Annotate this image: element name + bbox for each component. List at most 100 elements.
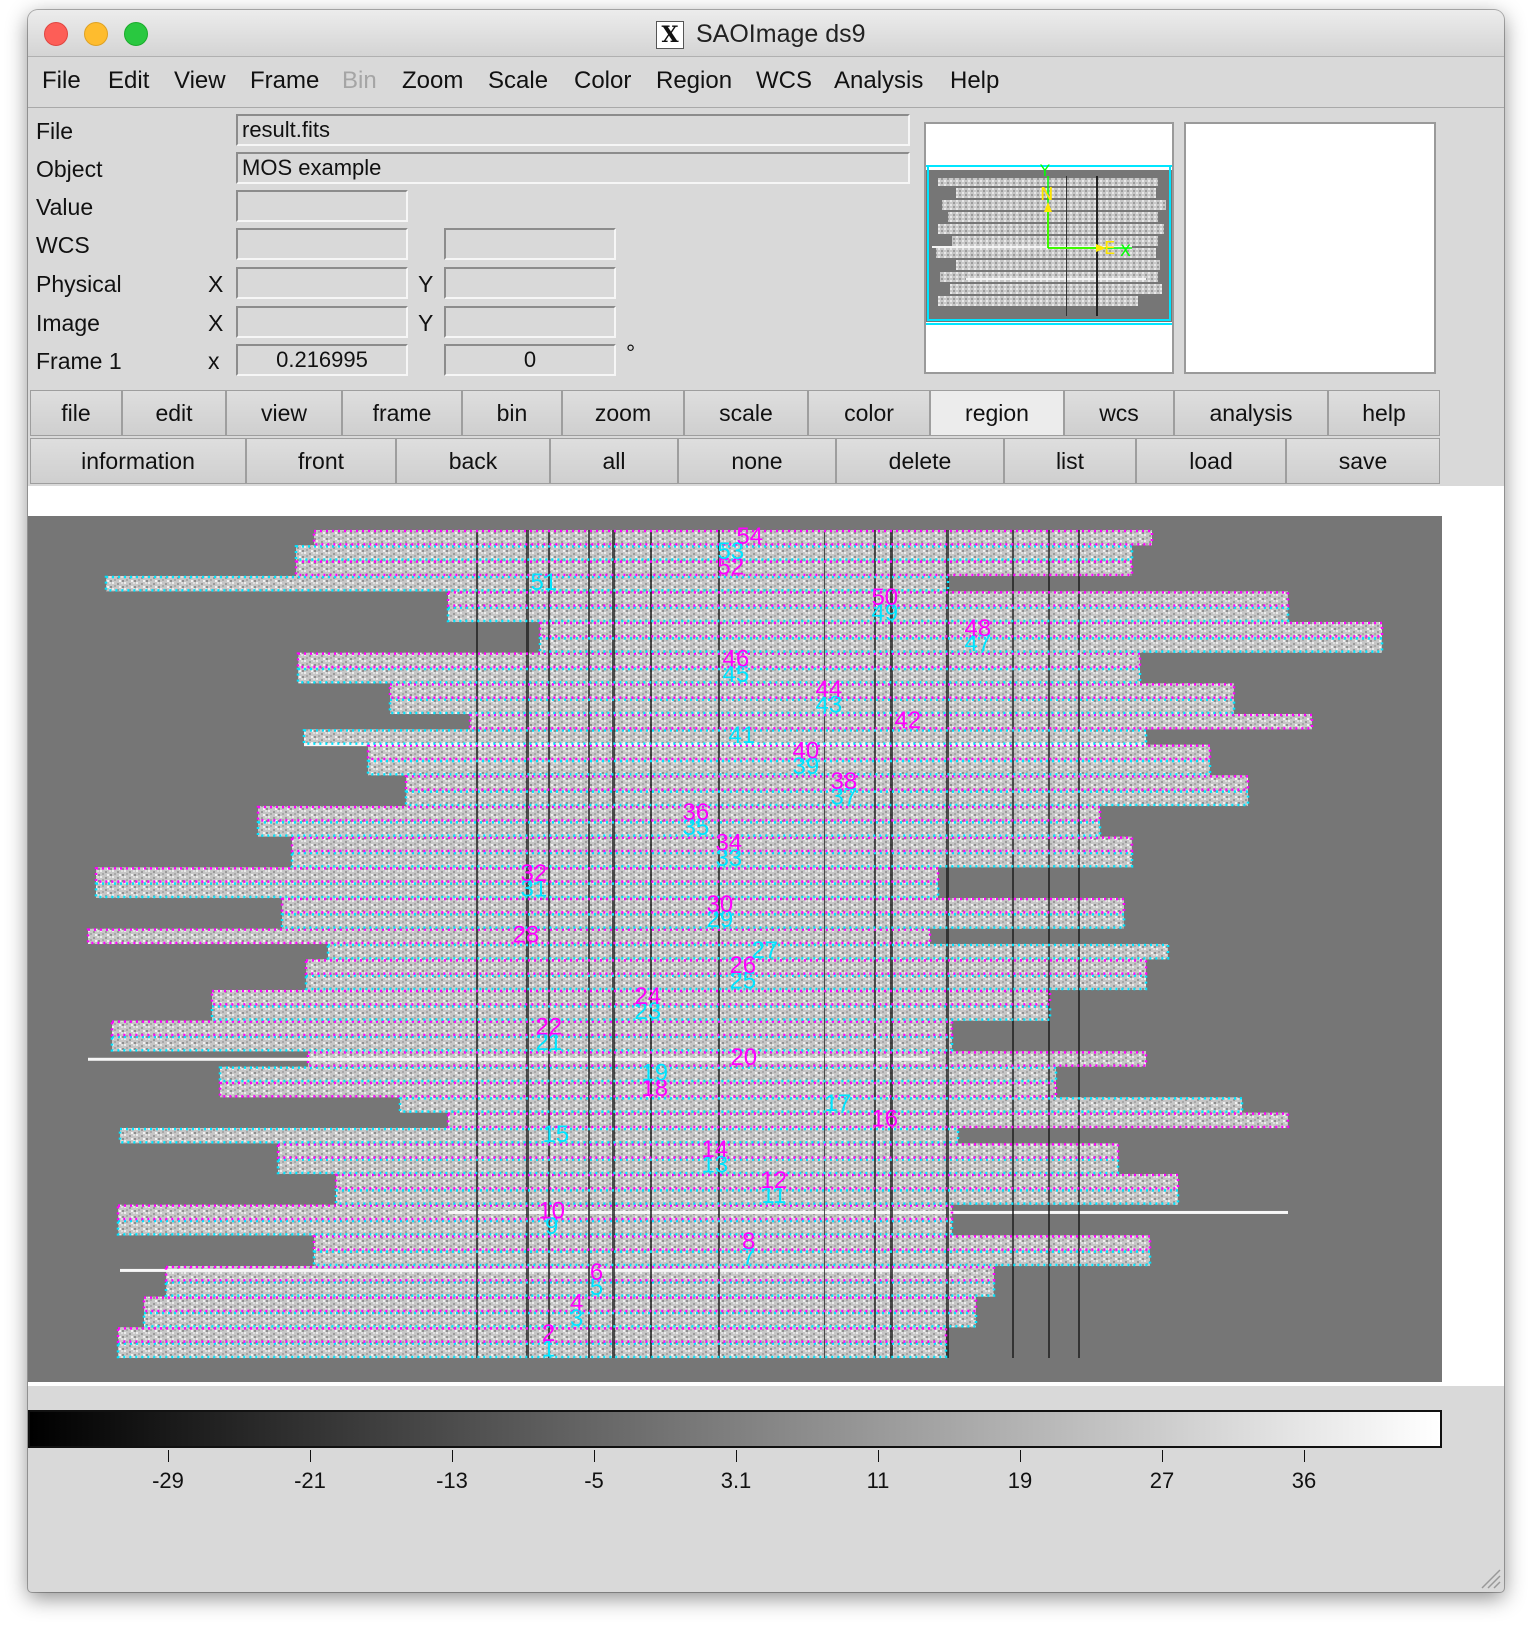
- east-label: E: [1104, 238, 1115, 259]
- frame-zoom-field[interactable]: 0.216995: [236, 344, 408, 376]
- continuum-line: [448, 1210, 1288, 1214]
- slit-spectrum: [306, 974, 1146, 990]
- button-back[interactable]: back: [396, 438, 550, 484]
- region-label: 38: [830, 768, 857, 795]
- colorbar-tick-label: 11: [866, 1468, 890, 1493]
- button-view[interactable]: view: [226, 390, 342, 436]
- button-scale[interactable]: scale: [684, 390, 808, 436]
- image-x-label: X: [208, 310, 224, 336]
- region-label: 20: [730, 1044, 757, 1071]
- menu-frame[interactable]: Frame: [250, 67, 319, 95]
- button-load[interactable]: load: [1136, 438, 1286, 484]
- colorbar-tick: [168, 1450, 169, 1462]
- button-edit[interactable]: edit: [122, 390, 226, 436]
- continuum-line: [120, 1268, 958, 1272]
- panner[interactable]: N E Y X: [924, 122, 1174, 374]
- physical-x-field[interactable]: [236, 267, 408, 299]
- button-bin[interactable]: bin: [462, 390, 562, 436]
- button-region[interactable]: region: [930, 390, 1064, 436]
- slit-spectrum: [540, 637, 1382, 653]
- button-color[interactable]: color: [808, 390, 930, 436]
- region-label: 8: [742, 1228, 755, 1255]
- menu-edit[interactable]: Edit: [108, 67, 149, 95]
- region-label: 50: [871, 584, 898, 611]
- physical-y-label: Y: [418, 271, 434, 297]
- file-field[interactable]: result.fits: [236, 114, 910, 146]
- slit-spectrum: [368, 760, 1210, 776]
- wcs-field-2[interactable]: [444, 228, 616, 260]
- slit-spectrum: [278, 1158, 1118, 1174]
- physical-x-label: X: [208, 271, 224, 297]
- value-field[interactable]: [236, 190, 408, 222]
- slit-spectrum: [390, 698, 1234, 714]
- button-all[interactable]: all: [550, 438, 678, 484]
- slit-spectrum: [88, 928, 930, 944]
- menu-analysis[interactable]: Analysis: [834, 67, 923, 95]
- physical-y-field[interactable]: [444, 267, 616, 299]
- slit-spectrum: [448, 591, 1288, 607]
- menu-help[interactable]: Help: [950, 67, 999, 95]
- minimize-window-button[interactable]: [84, 22, 108, 46]
- maximize-window-button[interactable]: [124, 22, 148, 46]
- colorbar-tick-label: -5: [584, 1468, 604, 1493]
- region-label: 19: [641, 1059, 668, 1086]
- slit-spectrum: [212, 1005, 1050, 1021]
- button-front[interactable]: front: [246, 438, 396, 484]
- button-frame[interactable]: frame: [342, 390, 462, 436]
- menu-zoom[interactable]: Zoom: [402, 67, 463, 95]
- image-y-field[interactable]: [444, 306, 616, 338]
- slit-spectrum: [314, 1250, 1150, 1266]
- menu-wcs[interactable]: WCS: [756, 67, 812, 95]
- slit-spectrum: [258, 821, 1100, 837]
- title-bar[interactable]: X SAOImage ds9: [28, 10, 1504, 57]
- image-label: Image: [36, 310, 100, 336]
- slit-spectrum: [112, 1020, 952, 1036]
- slit-spectrum: [118, 1327, 946, 1343]
- colorbar-tick: [310, 1450, 311, 1462]
- region-label: 42: [894, 707, 921, 734]
- button-list[interactable]: list: [1004, 438, 1136, 484]
- close-window-button[interactable]: [44, 22, 68, 46]
- button-file[interactable]: file: [30, 390, 122, 436]
- continuum-line: [304, 743, 1146, 747]
- frame-x-label: x: [208, 348, 220, 374]
- menu-color[interactable]: Color: [574, 67, 631, 95]
- menu-file[interactable]: File: [42, 67, 81, 95]
- resize-grip-icon[interactable]: [1478, 1566, 1502, 1590]
- menu-region[interactable]: Region: [656, 67, 732, 95]
- image-display[interactable]: 1 2 3 4 5 6 7 8 9 10 11 12 13 14 15 16 17 18 19 20 21 22 23 24 2…: [28, 486, 1504, 1386]
- slit-spectrum: [220, 1066, 1056, 1082]
- colorbar[interactable]: [28, 1410, 1442, 1448]
- button-delete[interactable]: delete: [836, 438, 1004, 484]
- region-label: 51: [530, 569, 557, 596]
- frame-angle-field[interactable]: 0: [444, 344, 616, 376]
- colorbar-tick: [736, 1450, 737, 1462]
- panner-y-label: Y: [1039, 161, 1050, 180]
- region-label: 28: [512, 921, 539, 948]
- slit-spectrum: [306, 959, 1146, 975]
- menu-scale[interactable]: Scale: [488, 67, 548, 95]
- region-label: 54: [736, 523, 763, 550]
- button-analysis[interactable]: analysis: [1174, 390, 1328, 436]
- menu-view[interactable]: View: [174, 67, 226, 95]
- region-label: 6: [590, 1259, 603, 1286]
- region-label: 14: [701, 1136, 728, 1163]
- region-label: 15: [542, 1121, 569, 1148]
- button-save[interactable]: save: [1286, 438, 1440, 484]
- file-label: File: [36, 118, 74, 144]
- button-wcs[interactable]: wcs: [1064, 390, 1174, 436]
- slit-spectrum: [448, 1112, 1288, 1128]
- slit-spectrum: [220, 1082, 1056, 1098]
- button-help[interactable]: help: [1328, 390, 1440, 436]
- button-zoom[interactable]: zoom: [562, 390, 684, 436]
- wcs-field-1[interactable]: [236, 228, 408, 260]
- slit-spectrum: [336, 1174, 1178, 1190]
- button-none[interactable]: none: [678, 438, 836, 484]
- button-information[interactable]: information: [30, 438, 246, 484]
- object-field[interactable]: MOS example: [236, 152, 910, 184]
- region-label: 22: [535, 1013, 562, 1040]
- colorbar-tick: [594, 1450, 595, 1462]
- slit-spectrum: [368, 744, 1210, 760]
- image-x-field[interactable]: [236, 306, 408, 338]
- image-canvas[interactable]: 1234567891011121314151617181920212223242…: [28, 486, 1442, 1386]
